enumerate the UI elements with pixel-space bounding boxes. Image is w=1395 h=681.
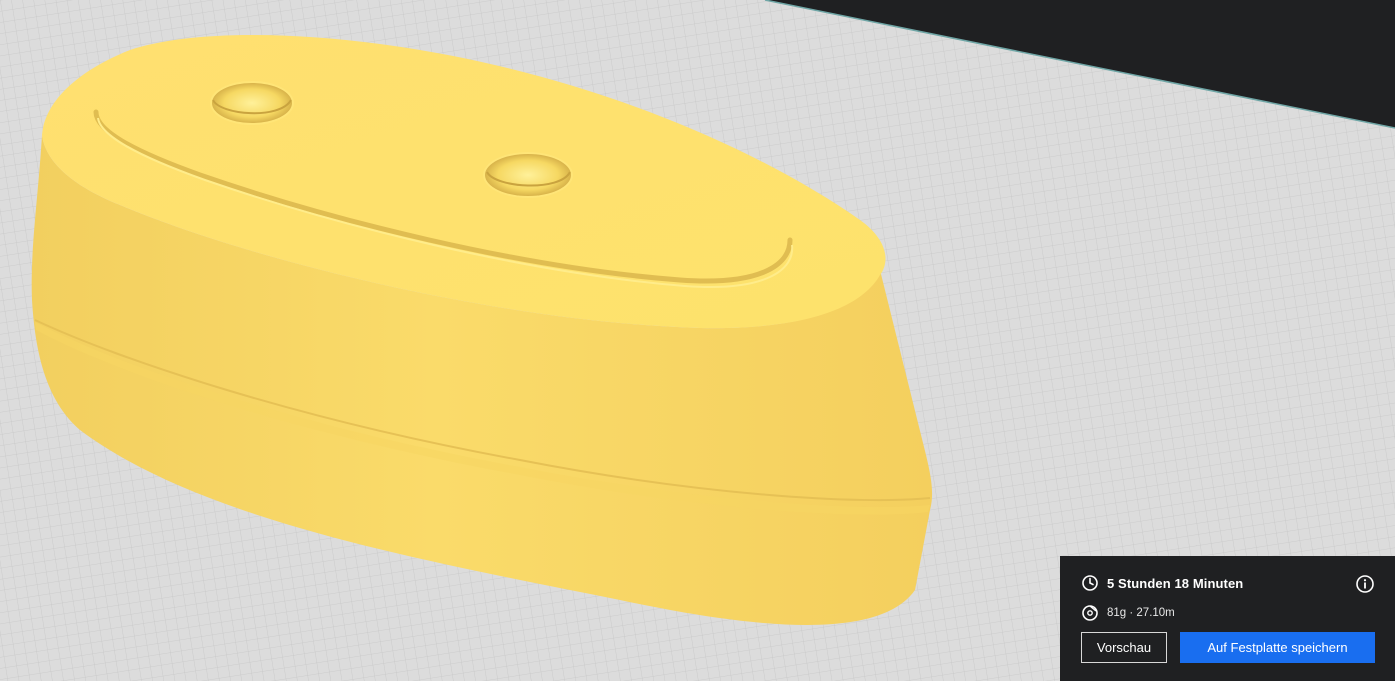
preview-button[interactable]: Vorschau	[1081, 632, 1167, 663]
model-hole-right	[483, 152, 573, 198]
material-usage-text: 81g · 27.10m	[1107, 607, 1175, 619]
print-time-text: 5 Stunden 18 Minuten	[1107, 575, 1244, 591]
material-row: 81g · 27.10m	[1081, 604, 1175, 622]
model-hole-left	[210, 81, 294, 125]
save-to-disk-button[interactable]: Auf Festplatte speichern	[1180, 632, 1375, 663]
clock-icon	[1081, 574, 1099, 592]
print-time-row: 5 Stunden 18 Minuten	[1081, 574, 1243, 592]
filament-spool-icon	[1081, 604, 1099, 622]
info-icon[interactable]	[1355, 574, 1375, 594]
print-summary-panel: 5 Stunden 18 Minuten 81g · 27.10m Vorsch…	[1060, 556, 1395, 681]
